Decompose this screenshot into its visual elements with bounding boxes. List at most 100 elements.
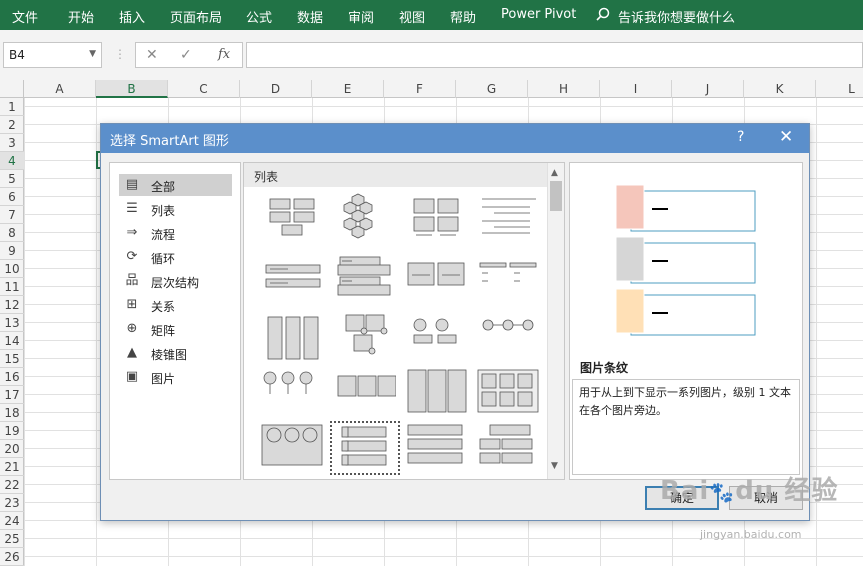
category-item[interactable]: ⊞ 关系 bbox=[119, 294, 232, 316]
row-header-9[interactable]: 9 bbox=[0, 242, 24, 260]
layout-thumbnail[interactable] bbox=[330, 193, 400, 247]
category-item[interactable]: ▤ 全部 bbox=[119, 174, 232, 196]
row-header-3[interactable]: 3 bbox=[0, 134, 24, 152]
column-header-g[interactable]: G bbox=[456, 80, 528, 98]
tab-insert[interactable]: 插入 bbox=[119, 7, 145, 26]
layout-thumbnail[interactable] bbox=[258, 313, 328, 367]
layout-thumbnail[interactable] bbox=[474, 313, 544, 367]
layout-thumbnail[interactable] bbox=[474, 368, 544, 422]
row-header-14[interactable]: 14 bbox=[0, 332, 24, 350]
row-header-7[interactable]: 7 bbox=[0, 206, 24, 224]
layout-thumbnail[interactable] bbox=[258, 193, 328, 247]
layout-thumbnail[interactable] bbox=[258, 255, 328, 309]
row-header-4[interactable]: 4 bbox=[0, 152, 24, 170]
tab-data[interactable]: 数据 bbox=[297, 7, 323, 26]
row-header-5[interactable]: 5 bbox=[0, 170, 24, 188]
scroll-down-icon[interactable]: ▼ bbox=[551, 461, 558, 471]
column-header-k[interactable]: K bbox=[744, 80, 816, 98]
category-item[interactable]: ⟳ 循环 bbox=[119, 246, 232, 268]
row-header-20[interactable]: 20 bbox=[0, 440, 24, 458]
column-header-c[interactable]: C bbox=[168, 80, 240, 98]
category-label: 棱锥图 bbox=[151, 348, 188, 362]
category-item[interactable]: ☰ 列表 bbox=[119, 198, 232, 220]
column-header-f[interactable]: F bbox=[384, 80, 456, 98]
row-header-19[interactable]: 19 bbox=[0, 422, 24, 440]
layout-thumbnail[interactable] bbox=[474, 193, 544, 247]
row-header-17[interactable]: 17 bbox=[0, 386, 24, 404]
gallery-scrollbar[interactable]: ▲ ▼ bbox=[547, 163, 564, 479]
name-box[interactable]: B4 ▼ bbox=[3, 42, 102, 68]
layout-thumbnail[interactable] bbox=[402, 255, 472, 309]
row-header-11[interactable]: 11 bbox=[0, 278, 24, 296]
tab-help[interactable]: 帮助 bbox=[450, 7, 476, 26]
category-item[interactable]: ⇒ 流程 bbox=[119, 222, 232, 244]
layout-thumbnail[interactable] bbox=[474, 255, 544, 309]
row-header-18[interactable]: 18 bbox=[0, 404, 24, 422]
layout-thumbnail[interactable] bbox=[330, 368, 400, 422]
column-header-i[interactable]: I bbox=[600, 80, 672, 98]
layout-thumbnail[interactable] bbox=[402, 421, 472, 475]
row-header-24[interactable]: 24 bbox=[0, 512, 24, 530]
row-header-10[interactable]: 10 bbox=[0, 260, 24, 278]
drag-handle-icon[interactable]: ⋮ bbox=[114, 47, 126, 61]
cancel-icon[interactable]: ✕ bbox=[146, 47, 158, 63]
row-header-21[interactable]: 21 bbox=[0, 458, 24, 476]
row-header-26[interactable]: 26 bbox=[0, 548, 24, 566]
row-header-12[interactable]: 12 bbox=[0, 296, 24, 314]
scroll-up-icon[interactable]: ▲ bbox=[551, 168, 558, 178]
column-header-h[interactable]: H bbox=[528, 80, 600, 98]
select-all-corner[interactable] bbox=[0, 80, 24, 98]
row-header-23[interactable]: 23 bbox=[0, 494, 24, 512]
layout-thumbnail[interactable] bbox=[402, 313, 472, 367]
row-header-8[interactable]: 8 bbox=[0, 224, 24, 242]
formula-input[interactable] bbox=[246, 42, 863, 68]
tab-view[interactable]: 视图 bbox=[399, 7, 425, 26]
category-item[interactable]: ▣ 图片 bbox=[119, 366, 232, 388]
category-item[interactable]: 品层次结构 bbox=[119, 270, 232, 292]
category-label: 全部 bbox=[151, 180, 176, 194]
tab-formulas[interactable]: 公式 bbox=[246, 7, 272, 26]
watermark-url: jingyan.baidu.com bbox=[700, 528, 802, 541]
row-header-13[interactable]: 13 bbox=[0, 314, 24, 332]
row-header-25[interactable]: 25 bbox=[0, 530, 24, 548]
column-header-d[interactable]: D bbox=[240, 80, 312, 98]
chevron-down-icon[interactable]: ▼ bbox=[89, 49, 96, 59]
layout-thumbnail[interactable] bbox=[474, 421, 544, 475]
category-item[interactable]: ▲ 棱锥图 bbox=[119, 342, 232, 364]
row-header-22[interactable]: 22 bbox=[0, 476, 24, 494]
layout-thumbnail[interactable] bbox=[402, 193, 472, 247]
preview-text-box bbox=[630, 294, 756, 336]
column-header-j[interactable]: J bbox=[672, 80, 744, 98]
layout-thumbnail[interactable] bbox=[330, 421, 400, 475]
layout-diagram-icon bbox=[407, 424, 463, 464]
row-header-6[interactable]: 6 bbox=[0, 188, 24, 206]
row-header-16[interactable]: 16 bbox=[0, 368, 24, 386]
layout-thumbnail[interactable] bbox=[258, 368, 328, 422]
layout-thumbnail[interactable] bbox=[402, 368, 472, 422]
row-header-15[interactable]: 15 bbox=[0, 350, 24, 368]
insert-function-icon[interactable]: fx bbox=[218, 47, 230, 62]
tell-me-box[interactable]: 告诉我你想要做什么 bbox=[618, 7, 735, 26]
row-header-2[interactable]: 2 bbox=[0, 116, 24, 134]
layout-thumbnail[interactable] bbox=[258, 421, 328, 475]
tab-review[interactable]: 审阅 bbox=[348, 7, 374, 26]
help-button[interactable]: ? bbox=[737, 129, 744, 145]
tab-page-layout[interactable]: 页面布局 bbox=[170, 7, 222, 26]
column-header-b[interactable]: B bbox=[96, 80, 168, 98]
column-header-l[interactable]: L bbox=[816, 80, 863, 98]
tab-power-pivot[interactable]: Power Pivot bbox=[501, 7, 576, 22]
scrollbar-thumb[interactable] bbox=[550, 181, 562, 211]
category-label: 列表 bbox=[151, 204, 176, 218]
layout-diagram-icon bbox=[337, 375, 397, 397]
category-item[interactable]: ⊕ 矩阵 bbox=[119, 318, 232, 340]
search-icon[interactable] bbox=[596, 7, 610, 25]
tab-home[interactable]: 开始 bbox=[68, 7, 94, 26]
enter-icon[interactable]: ✓ bbox=[180, 47, 192, 63]
column-header-e[interactable]: E bbox=[312, 80, 384, 98]
row-header-1[interactable]: 1 bbox=[0, 98, 24, 116]
layout-thumbnail[interactable] bbox=[330, 255, 400, 309]
tab-file[interactable]: 文件 bbox=[12, 7, 38, 26]
layout-thumbnail[interactable] bbox=[330, 313, 400, 367]
column-header-a[interactable]: A bbox=[24, 80, 96, 98]
close-button[interactable]: ✕ bbox=[779, 127, 793, 147]
